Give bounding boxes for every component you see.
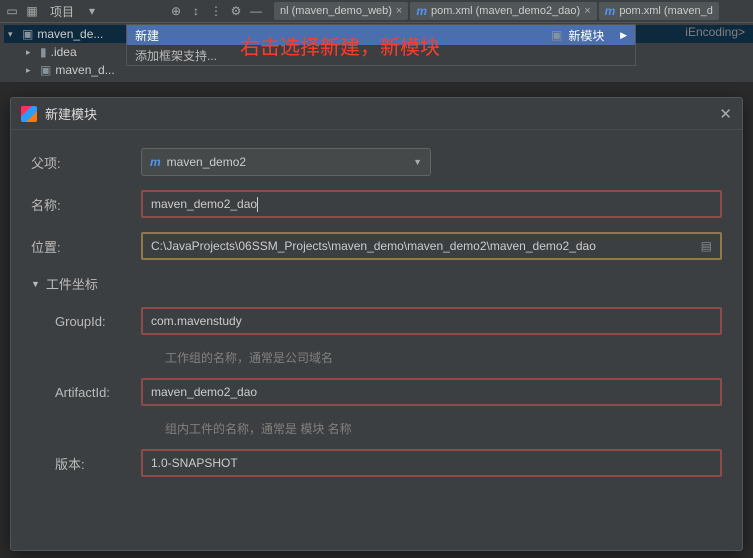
submenu-label: 新模块	[568, 27, 604, 44]
context-menu-label: 添加框架支持...	[135, 47, 217, 64]
folder-icon: ▮	[40, 45, 47, 59]
close-icon[interactable]: ×	[584, 5, 590, 17]
project-tree-area: iEncoding> ▾ ▣ maven_de... ▸ ▮ .idea ▸ ▣…	[0, 23, 753, 83]
parent-label: 父项:	[31, 153, 141, 172]
groupid-value: com.mavenstudy	[151, 314, 242, 328]
location-input[interactable]: C:\JavaProjects\06SSM_Projects\maven_dem…	[141, 232, 722, 260]
project-panel-label[interactable]: 项目	[44, 3, 80, 20]
context-menu-framework[interactable]: 添加框架支持...	[127, 45, 635, 65]
tree-item-label: maven_d...	[55, 63, 114, 77]
parent-value: maven_demo2	[167, 155, 246, 169]
minimize-tool-icon[interactable]: ▭	[4, 3, 20, 19]
maven-icon: m	[150, 155, 161, 169]
text-caret	[257, 197, 258, 212]
close-icon[interactable]: ×	[396, 5, 402, 17]
artifactid-label: ArtifactId:	[31, 385, 141, 400]
artifactid-value: maven_demo2_dao	[151, 385, 257, 399]
chevron-right-icon: ▸	[26, 47, 36, 58]
version-input[interactable]: 1.0-SNAPSHOT	[141, 449, 722, 477]
expand-icon[interactable]: ↕	[188, 3, 204, 19]
maven-icon: m	[605, 4, 616, 18]
maven-icon: m	[416, 4, 427, 18]
tab-file-3[interactable]: m pom.xml (maven_d	[599, 2, 719, 20]
target-icon[interactable]: ⊕	[168, 3, 184, 19]
gear-icon[interactable]: ⚙	[228, 3, 244, 19]
top-toolbar: ▭ ▦ 项目 ▾ ⊕ ↕ ⋮ ⚙ — nl (maven_demo_web) ×…	[0, 0, 753, 23]
project-tree-icon[interactable]: ▦	[24, 3, 40, 19]
tree-item-label: .idea	[51, 45, 77, 59]
tab-file-2[interactable]: m pom.xml (maven_demo2_dao) ×	[410, 2, 596, 20]
dialog-title: 新建模块	[45, 104, 97, 123]
tab-label: nl (maven_demo_web)	[280, 5, 392, 17]
name-value: maven_demo2_dao	[151, 197, 257, 211]
options-icon[interactable]: ⋮	[208, 3, 224, 19]
name-label: 名称:	[31, 195, 141, 214]
groupid-label: GroupId:	[31, 314, 141, 329]
close-button[interactable]: ✕	[719, 105, 732, 123]
hide-icon[interactable]: —	[248, 3, 264, 19]
chevron-right-icon: ▸	[26, 65, 36, 76]
name-input[interactable]: maven_demo2_dao	[141, 190, 722, 218]
artifactid-input[interactable]: maven_demo2_dao	[141, 378, 722, 406]
editor-tabs: nl (maven_demo_web) × m pom.xml (maven_d…	[274, 2, 719, 20]
context-menu: 新建 ▶ 添加框架支持... ▣ 新模块	[126, 24, 636, 66]
tab-file-1[interactable]: nl (maven_demo_web) ×	[274, 2, 408, 20]
module-icon: ▣	[551, 28, 562, 42]
tree-item-label: maven_de...	[37, 27, 103, 41]
new-module-dialog: 新建模块 ✕ 父项: m maven_demo2 ▼ 名称: maven_dem…	[10, 97, 743, 551]
ide-icon	[21, 106, 37, 122]
version-value: 1.0-SNAPSHOT	[151, 456, 238, 470]
code-fragment: iEncoding>	[685, 25, 745, 39]
tab-label: pom.xml (maven_demo2_dao)	[431, 5, 580, 17]
groupid-help: 工作组的名称，通常是公司域名	[165, 349, 722, 366]
artifactid-help: 组内工件的名称，通常是 模块 名称	[165, 420, 722, 437]
context-submenu[interactable]: ▣ 新模块	[541, 25, 614, 45]
chevron-down-icon: ▼	[413, 157, 422, 167]
dialog-titlebar: 新建模块 ✕	[11, 98, 742, 130]
module-folder-icon: ▣	[22, 27, 33, 41]
coordinates-section-toggle[interactable]: ▼ 工件坐标	[31, 274, 722, 293]
version-label: 版本:	[31, 454, 141, 473]
tab-label: pom.xml (maven_d	[619, 5, 713, 17]
section-title: 工件坐标	[46, 274, 98, 293]
browse-folder-icon[interactable]: ▤	[701, 239, 712, 253]
chevron-down-icon: ▼	[31, 279, 40, 289]
context-menu-label: 新建	[135, 27, 159, 44]
parent-dropdown[interactable]: m maven_demo2 ▼	[141, 148, 431, 176]
module-folder-icon: ▣	[40, 63, 51, 77]
submenu-arrow-icon: ▶	[620, 30, 627, 41]
location-label: 位置:	[31, 237, 141, 256]
chevron-down-icon: ▾	[8, 29, 18, 40]
location-value: C:\JavaProjects\06SSM_Projects\maven_dem…	[151, 239, 596, 253]
dropdown-icon[interactable]: ▾	[84, 3, 100, 19]
groupid-input[interactable]: com.mavenstudy	[141, 307, 722, 335]
dialog-body: 父项: m maven_demo2 ▼ 名称: maven_demo2_dao …	[11, 130, 742, 501]
